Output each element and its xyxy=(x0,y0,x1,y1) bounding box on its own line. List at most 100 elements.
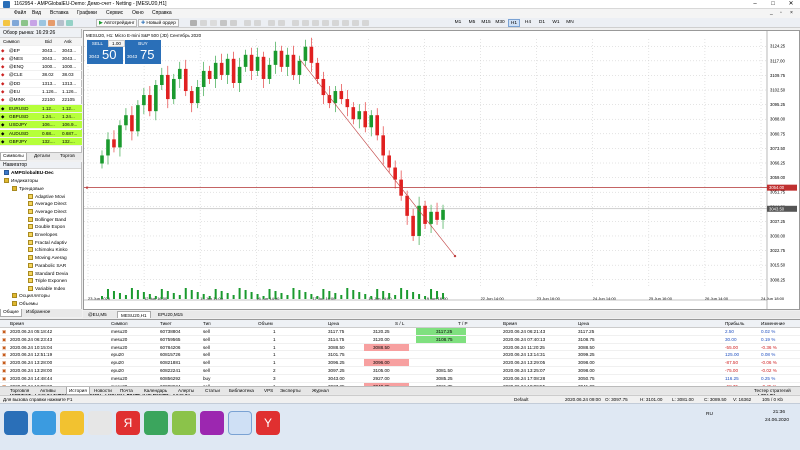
tab-favorites[interactable]: Избранное xyxy=(24,309,52,317)
buy-button[interactable]: BUY xyxy=(125,40,161,47)
start-icon[interactable] xyxy=(4,411,28,435)
close-icon[interactable]: ✕ xyxy=(782,0,800,9)
bar-chart-icon[interactable] xyxy=(210,20,217,26)
algo-trading-button[interactable]: ▶ Автотрейдинг xyxy=(96,19,138,27)
col-ticket[interactable]: Тикет xyxy=(160,321,172,326)
tf-mn[interactable]: MN xyxy=(564,19,576,27)
tab-assets[interactable]: Активы xyxy=(38,387,58,395)
col-price2[interactable]: Цена xyxy=(578,321,589,326)
tab-history[interactable]: История xyxy=(66,387,90,395)
tab-articles[interactable]: Статьи xyxy=(203,387,222,395)
zoom-in-icon[interactable] xyxy=(244,20,251,26)
market-depth-icon[interactable] xyxy=(200,20,207,26)
menu-charts[interactable]: Графики xyxy=(77,10,97,16)
chart-tab-mesu20[interactable]: MESU20,H1 xyxy=(117,311,151,318)
menu-service[interactable]: Сервис xyxy=(106,10,123,16)
crosshair-icon[interactable] xyxy=(278,20,285,26)
tray-lang[interactable]: RU xyxy=(706,412,713,417)
history-row[interactable]: ▣ 2020.06.24 10:15:04 mesu20 60784206 sell 1 3… xyxy=(0,343,800,352)
quote-row[interactable]: ◆ GBPJPY 132.... 132.... xyxy=(0,137,82,147)
new-chart-icon[interactable] xyxy=(3,20,10,26)
menu-window[interactable]: Окно xyxy=(132,10,144,16)
nav-indicator-item[interactable]: Envelopes xyxy=(28,232,80,240)
whatsapp-icon[interactable] xyxy=(144,411,168,435)
history-row[interactable]: ▣ 2020.06.24 13:28:00 epu20 60822241 sell 2 30… xyxy=(0,367,800,375)
history-row[interactable]: ▣ 2020.06.24 05:18:42 mesu20 60738804 sell 1 3… xyxy=(0,328,800,336)
quote-row[interactable]: ◆ EURUSD 1.12... 1.12... xyxy=(0,104,82,113)
history-row[interactable]: ▣ 2020.06.24 13:28:00 epu20 60821881 sell 1 30… xyxy=(0,359,800,367)
editor-icon[interactable] xyxy=(66,20,73,26)
terminal-icon[interactable] xyxy=(48,20,55,26)
buy-price[interactable]: 3043 75 xyxy=(125,47,161,64)
quote-row[interactable]: ◆ AUDUSD 0.68... 0.687... xyxy=(0,129,82,138)
zoom-out-icon[interactable] xyxy=(254,20,261,26)
fibo-icon[interactable] xyxy=(342,20,349,26)
tray-date[interactable]: 24.06.2020 xyxy=(765,418,789,423)
col-symbol[interactable]: Символ xyxy=(3,38,20,46)
media-icon[interactable] xyxy=(88,411,112,435)
tab-details[interactable]: Детали xyxy=(32,153,52,161)
nav-indicator-item[interactable]: Double Expon xyxy=(28,224,80,232)
col-profit[interactable]: Прибыль xyxy=(725,321,744,326)
quote-row[interactable]: ◆ @NES 3043... 3043... xyxy=(0,55,82,64)
quote-row[interactable]: ◆ @CLE 38.02 38.03 xyxy=(0,71,82,80)
explorer-icon[interactable] xyxy=(60,411,84,435)
tab-journal[interactable]: Журнал xyxy=(310,387,331,395)
quote-row[interactable]: ◆ GBPUSD 1.24... 1.24... xyxy=(0,112,82,122)
quote-row[interactable]: ◆ @DD 1313... 1313... xyxy=(0,80,82,88)
tile-windows-icon[interactable] xyxy=(268,20,275,26)
tf-h1[interactable]: H1 xyxy=(508,19,520,27)
nav-indicator-item[interactable]: Moving Averag xyxy=(28,255,80,263)
tf-m5[interactable]: M5 xyxy=(466,19,478,27)
nav-indicator-item[interactable]: Triple Exponen xyxy=(28,278,80,286)
minimize-icon[interactable]: – xyxy=(746,0,764,9)
col-volume[interactable]: Объем xyxy=(258,321,273,326)
quote-row[interactable]: ◆ @EP 3043... 3043... xyxy=(0,47,82,55)
data-window-icon[interactable] xyxy=(30,20,37,26)
yandex-icon[interactable]: Я xyxy=(116,411,140,435)
nav-indicator-item[interactable]: Adaptive Movi xyxy=(28,193,80,202)
vline-icon[interactable] xyxy=(302,20,309,26)
chart-tab-epu20[interactable]: EPU20,M15 xyxy=(155,311,186,318)
nav-indicator-item[interactable]: Average Direct xyxy=(28,201,80,209)
nav-indicators[interactable]: Индикаторы xyxy=(4,178,38,186)
col-time2[interactable]: Время xyxy=(503,321,517,326)
lot-input[interactable]: 1.00 xyxy=(108,40,125,47)
chart-window[interactable]: 3124.25 3117.00 3109.75 3102.50 3095.25 3088.… xyxy=(83,30,800,310)
col-time[interactable]: Время xyxy=(10,321,24,326)
new-order-button[interactable]: ✚ Новый ордер xyxy=(138,19,179,27)
chart-tab-eu[interactable]: @EU,M5 xyxy=(85,311,110,318)
menu-insert[interactable]: Вставка xyxy=(50,10,69,16)
metatrader-icon[interactable] xyxy=(228,411,252,435)
price-chart[interactable]: 3124.25 3117.00 3109.75 3102.50 3095.25 3088.… xyxy=(84,31,799,309)
alpari-icon[interactable] xyxy=(172,411,196,435)
col-symbol[interactable]: Символ xyxy=(111,321,128,326)
quote-row[interactable]: ◆ @EU 1.126... 1.126... xyxy=(0,88,82,97)
sell-button[interactable]: SELL xyxy=(87,40,108,47)
maximize-icon[interactable]: □ xyxy=(764,0,782,9)
nav-indicator-item[interactable]: Average Direct xyxy=(28,208,80,217)
tf-d1[interactable]: D1 xyxy=(536,19,548,27)
history-row[interactable]: ▣ 2020.06.24 06:23:43 mesu20 60759565 sell 1 3… xyxy=(0,335,800,344)
tab-calendar[interactable]: Календарь xyxy=(142,387,169,395)
tab-vps[interactable]: VPS xyxy=(262,387,275,395)
cursor-icon[interactable] xyxy=(292,20,299,26)
col-sl[interactable]: S / L xyxy=(395,321,404,326)
line-chart-icon[interactable] xyxy=(230,20,237,26)
tab-library[interactable]: Библиотека xyxy=(227,387,256,395)
nav-volumes[interactable]: Объемы xyxy=(12,300,38,309)
market-watch-icon[interactable] xyxy=(21,20,28,26)
buy-sell-icon[interactable] xyxy=(190,20,197,26)
nav-indicator-item[interactable]: Standard Devia xyxy=(28,270,80,279)
history-row[interactable]: ▣ 2020.06.24 14:48:44 mesu20 60856292 buy 3 30… xyxy=(0,375,800,383)
tab-symbols[interactable]: Символы xyxy=(0,153,27,161)
tab-alerts[interactable]: Алерты xyxy=(176,387,196,395)
nav-indicator-item[interactable]: Fractal Adaptiv xyxy=(28,239,80,248)
quote-row[interactable]: ◆ USDJPY 106.... 106.9... xyxy=(0,121,82,130)
col-ask[interactable]: Ask xyxy=(64,38,72,46)
ie-icon[interactable] xyxy=(32,411,56,435)
menu-file[interactable]: Файл xyxy=(14,10,26,16)
menu-restore-icon[interactable]: ▫ xyxy=(780,10,782,16)
tray-time[interactable]: 21:36 xyxy=(773,410,785,415)
nav-account[interactable]: AMPGlobalEU-Dec xyxy=(4,170,54,178)
